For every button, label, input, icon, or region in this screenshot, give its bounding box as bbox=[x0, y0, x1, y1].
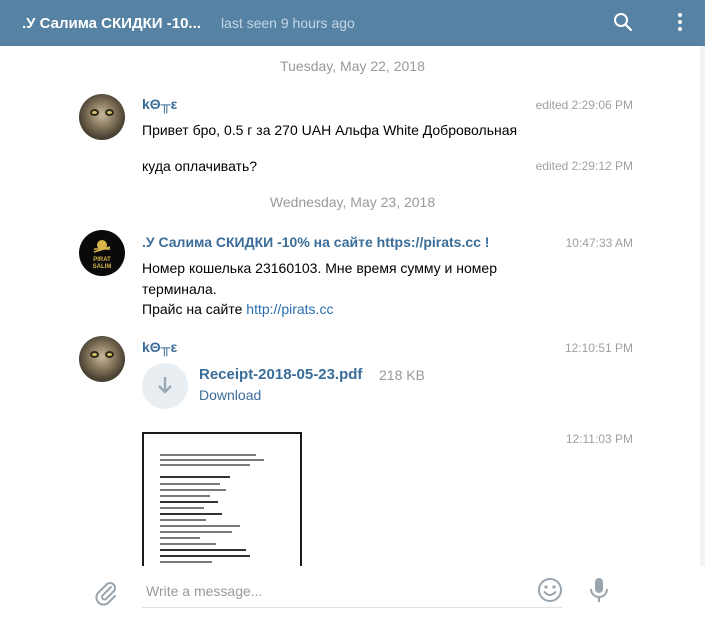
file-name[interactable]: Receipt-2018-05-23.pdf bbox=[199, 366, 362, 383]
message-input[interactable] bbox=[142, 574, 562, 608]
avatar-text-2: SALIM bbox=[93, 264, 112, 270]
photo-attachment[interactable] bbox=[142, 432, 302, 566]
avatar[interactable] bbox=[79, 94, 125, 140]
scrollbar[interactable] bbox=[700, 46, 705, 566]
date-separator: Wednesday, May 23, 2018 bbox=[269, 194, 436, 210]
message-link[interactable]: http://pirats.cc bbox=[246, 301, 333, 317]
message-text: Прайс на сайте http://pirats.cc bbox=[142, 299, 333, 320]
message-author[interactable]: kΘ╥ε bbox=[142, 96, 177, 112]
download-icon[interactable] bbox=[142, 363, 188, 409]
avatar-text-1: PIRAT bbox=[93, 257, 111, 263]
last-seen-status: last seen 9 hours ago bbox=[220, 15, 355, 31]
message-time: 12:11:03 PM bbox=[565, 432, 633, 446]
message-time: edited 2:29:06 PM bbox=[535, 98, 633, 112]
search-icon[interactable] bbox=[609, 8, 637, 36]
message-text-prefix: Прайс на сайте bbox=[142, 301, 247, 317]
pirat-logo-icon: PIRAT SALIM bbox=[93, 240, 112, 270]
message-text: терминала. bbox=[142, 281, 217, 297]
file-size: 218 KB bbox=[379, 367, 425, 383]
message-time: 12:10:51 PM bbox=[564, 341, 633, 355]
more-vertical-icon[interactable] bbox=[666, 8, 694, 36]
microphone-icon[interactable] bbox=[586, 576, 612, 604]
message-text: Привет бро, 0.5 г за 270 UAH Альфа White… bbox=[142, 122, 518, 138]
message-composer bbox=[0, 566, 705, 628]
message-author[interactable]: kΘ╥ε bbox=[142, 339, 177, 355]
message-text: Номер кошелька 23160103. Мне время сумму… bbox=[142, 260, 497, 276]
message-time: 10:47:33 AM bbox=[565, 236, 633, 250]
paperclip-icon[interactable] bbox=[92, 578, 120, 606]
message-text: куда оплачивать? bbox=[142, 158, 258, 174]
avatar[interactable]: PIRAT SALIM bbox=[79, 230, 125, 276]
message-author[interactable]: .У Салима СКИДКИ -10% на сайте https://p… bbox=[142, 234, 489, 250]
download-link[interactable]: Download bbox=[199, 387, 261, 403]
smile-icon[interactable] bbox=[536, 576, 564, 604]
chat-title[interactable]: .У Салима СКИДКИ -10... bbox=[22, 15, 201, 32]
avatar[interactable] bbox=[79, 336, 125, 382]
chat-header: .У Салима СКИДКИ -10... last seen 9 hour… bbox=[0, 0, 705, 46]
message-time: edited 2:29:12 PM bbox=[535, 159, 633, 173]
date-separator: Tuesday, May 22, 2018 bbox=[280, 58, 425, 74]
